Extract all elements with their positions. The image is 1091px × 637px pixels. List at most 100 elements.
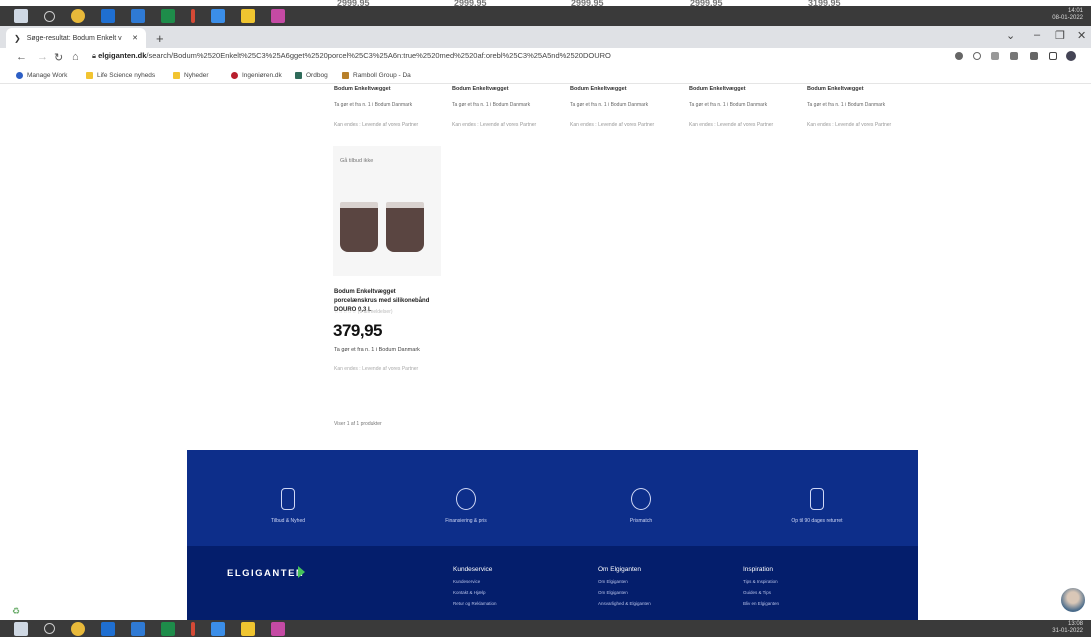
folder-icon — [173, 72, 180, 79]
feature-label: Prismatch — [629, 518, 653, 524]
store-status: Kan endes : Levende af vores Partner — [334, 366, 419, 372]
footer-link[interactable]: Kontakt & Hjælp — [453, 590, 497, 595]
tab-favicon-icon: ❯ — [14, 33, 21, 43]
stock-status: Ta gør et fra n. 1 i Bodum Danmark — [570, 102, 649, 108]
reload-icon[interactable]: ↻ — [54, 51, 63, 64]
url-field[interactable]: 🔒︎ elgiganten.dk/search/Bodum%2520Enkelt… — [92, 51, 611, 61]
store-status: Kan endes : Levende af vores Partner — [452, 122, 537, 128]
powerpoint-icon[interactable] — [191, 9, 195, 23]
footer-heading: Kundeservice — [453, 566, 493, 573]
bookmark-item[interactable]: Ramboll Group - Da — [342, 72, 411, 79]
target-icon — [631, 488, 651, 510]
elgiganten-logo[interactable]: ELGIGANTEN — [227, 568, 304, 579]
product-card-top[interactable]: Bodum Enkeltvægget Ta gør et fra n. 1 i … — [334, 86, 444, 128]
bookmark-star-icon[interactable] — [1010, 52, 1018, 60]
outlook-icon[interactable] — [101, 621, 115, 636]
bookmark-item[interactable]: Life Science nyheds — [86, 72, 155, 79]
product-card-top[interactable]: Bodum Enkeltvægget Ta gør et fra n. 1 i … — [452, 86, 562, 128]
logo-arrow-icon — [298, 566, 305, 578]
footer-column: Inspiration Tips & Inspiration Guides & … — [743, 566, 779, 606]
taskbar-top: 14:01 08-01-2022 — [0, 6, 1091, 26]
chrome-icon[interactable] — [71, 621, 85, 636]
profile-icon[interactable] — [1066, 51, 1076, 61]
stock-status: Ta gør et fra n. 1 i Bodum Danmark — [452, 102, 531, 108]
product-title: Bodum Enkeltvægget — [334, 86, 391, 92]
stock-status: Ta gør et fra n. 1 i Bodum Danmark — [689, 102, 768, 108]
product-card-top[interactable]: Bodum Enkeltvægget Ta gør et fra n. 1 i … — [689, 86, 799, 128]
footer-feature[interactable]: Op til 90 dages returret — [777, 488, 857, 524]
footer-link[interactable]: Om Elgiganten — [598, 579, 651, 584]
search-icon[interactable] — [44, 10, 55, 22]
product-badge: Gå tilbud ikke — [340, 158, 374, 164]
footer-link[interactable]: Kundeservice — [453, 579, 497, 584]
footer-link[interactable]: Guides & Tips — [743, 590, 779, 595]
extensions-icon[interactable] — [1030, 52, 1038, 60]
onenote-icon[interactable] — [211, 621, 225, 636]
word-icon[interactable] — [131, 621, 145, 636]
footer-link[interactable]: Retur og Reklamation — [453, 601, 497, 606]
store-status: Kan endes : Levende af vores Partner — [570, 122, 655, 128]
sidebar-icon[interactable] — [1049, 52, 1057, 60]
minimize-button[interactable]: – — [1034, 29, 1040, 41]
file-explorer-icon[interactable] — [241, 9, 255, 23]
footer-link[interactable]: Bliv en Elgiganten — [743, 601, 779, 606]
return-phone-icon — [810, 488, 824, 510]
new-tab-button[interactable]: + — [156, 31, 164, 46]
close-tab-icon[interactable]: ✕ — [132, 34, 138, 42]
product-card-top[interactable]: Bodum Enkeltvægget Ta gør et fra n. 1 i … — [570, 86, 680, 128]
taskbar-bottom: 13:08 31-01-2022 — [0, 620, 1091, 637]
home-icon[interactable]: ⌂ — [72, 51, 79, 63]
windows-start-icon[interactable] — [14, 9, 28, 23]
cup-image — [340, 202, 378, 252]
bookmark-item[interactable]: Ingeniøren.dk — [231, 72, 282, 79]
powerpoint-icon[interactable] — [191, 621, 195, 636]
product-rating: ☆☆☆☆☆ (0 anmeldelser) — [334, 309, 393, 315]
excel-icon[interactable] — [161, 9, 175, 23]
product-title: Bodum Enkeltvægget — [807, 86, 864, 92]
close-window-button[interactable]: ✕ — [1077, 29, 1086, 42]
teams-icon[interactable] — [271, 9, 285, 23]
browser-tab-active[interactable]: ❯ Søge-resultat: Bodum Enkelt v ✕ — [6, 28, 146, 48]
clock-time: 13:08 — [1067, 621, 1083, 627]
windows-start-icon[interactable] — [14, 621, 28, 636]
product-card-top[interactable]: Bodum Enkeltvægget Ta gør et fra n. 1 i … — [807, 86, 917, 128]
restore-button[interactable]: ❐ — [1055, 29, 1065, 42]
bookmark-item[interactable]: Nyheder — [173, 72, 209, 79]
forward-arrow-icon[interactable]: → — [37, 51, 48, 63]
word-icon[interactable] — [131, 9, 145, 23]
search-icon[interactable] — [44, 623, 55, 634]
back-arrow-icon[interactable]: ← — [16, 51, 27, 63]
stock-status: Ta gør et fra n. 1 i Bodum Danmark — [334, 347, 420, 353]
store-status: Kan endes : Levende af vores Partner — [807, 122, 892, 128]
chrome-icon[interactable] — [71, 9, 85, 23]
bookmark-favicon-icon — [295, 72, 302, 79]
footer-feature[interactable]: Prismatch — [601, 488, 681, 524]
tab-search-icon[interactable]: ⌄ — [1006, 29, 1015, 42]
footer-heading: Inspiration — [743, 566, 773, 573]
footer-heading: Om Elgiganten — [598, 566, 641, 573]
footer-link[interactable]: Om Elgiganten — [598, 590, 651, 595]
feature-label: Finansiering & pris — [445, 518, 487, 524]
footer-feature[interactable]: Finansiering & pris — [426, 488, 506, 524]
phone-icon — [281, 488, 295, 510]
onenote-icon[interactable] — [211, 9, 225, 23]
footer-link[interactable]: Ansvarlighed & Elgiganten — [598, 601, 651, 606]
cup-image — [386, 202, 424, 252]
footer-link[interactable]: Tips & Inspiration — [743, 579, 779, 584]
recycle-bin-icon[interactable]: ♻ — [12, 606, 20, 617]
file-explorer-icon[interactable] — [241, 621, 255, 636]
outlook-icon[interactable] — [101, 9, 115, 23]
chat-avatar[interactable] — [1059, 586, 1087, 614]
tab-title: Søge-resultat: Bodum Enkelt v — [26, 34, 122, 42]
footer-feature[interactable]: Tilbud & Nyhed — [248, 488, 328, 524]
share-icon[interactable] — [991, 52, 999, 60]
product-title: Bodum Enkeltvægget — [570, 86, 627, 92]
teams-icon[interactable] — [271, 621, 285, 636]
bookmark-item[interactable]: Manage Work — [16, 72, 67, 79]
system-clock: 14:01 08-01-2022 — [1052, 8, 1083, 22]
location-icon[interactable] — [955, 52, 963, 60]
store-status: Kan endes : Levende af vores Partner — [689, 122, 774, 128]
bookmark-item[interactable]: Ordbog — [295, 72, 328, 79]
excel-icon[interactable] — [161, 621, 175, 636]
zoom-icon[interactable] — [973, 52, 981, 60]
